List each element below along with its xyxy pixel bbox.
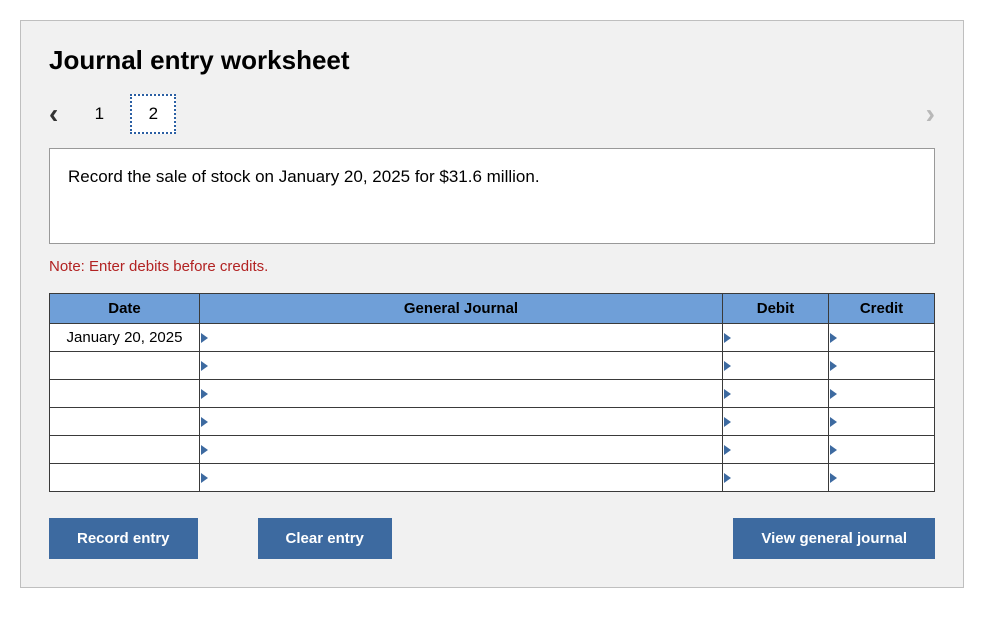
cell-debit[interactable] — [723, 464, 829, 492]
cell-debit[interactable] — [723, 352, 829, 380]
cell-debit[interactable] — [723, 380, 829, 408]
cell-date[interactable]: January 20, 2025 — [50, 324, 200, 352]
note-text: Note: Enter debits before credits. — [49, 258, 935, 275]
cell-date[interactable] — [50, 408, 200, 436]
chevron-left-icon[interactable]: ‹ — [49, 100, 58, 128]
cell-credit[interactable] — [829, 408, 935, 436]
clear-entry-button[interactable]: Clear entry — [258, 518, 392, 559]
cell-gj[interactable] — [200, 380, 723, 408]
journal-table: Date General Journal Debit Credit Januar… — [49, 293, 935, 492]
worksheet-container: Journal entry worksheet ‹ 1 2 › Record t… — [20, 20, 964, 588]
page-tab-1[interactable]: 1 — [76, 94, 122, 134]
instruction-text: Record the sale of stock on January 20, … — [68, 167, 540, 186]
cell-gj[interactable] — [200, 324, 723, 352]
cell-date[interactable] — [50, 352, 200, 380]
table-row — [50, 408, 935, 436]
col-header-credit: Credit — [829, 294, 935, 324]
table-row — [50, 464, 935, 492]
button-row: Record entry Clear entry View general jo… — [49, 518, 935, 559]
cell-credit[interactable] — [829, 380, 935, 408]
view-general-journal-button[interactable]: View general journal — [733, 518, 935, 559]
instruction-box: Record the sale of stock on January 20, … — [49, 148, 935, 244]
col-header-gj: General Journal — [200, 294, 723, 324]
cell-date[interactable] — [50, 436, 200, 464]
table-row — [50, 436, 935, 464]
chevron-right-icon[interactable]: › — [926, 100, 935, 128]
cell-credit[interactable] — [829, 436, 935, 464]
cell-credit[interactable] — [829, 324, 935, 352]
cell-credit[interactable] — [829, 352, 935, 380]
cell-gj[interactable] — [200, 352, 723, 380]
page-title: Journal entry worksheet — [49, 45, 935, 76]
cell-gj[interactable] — [200, 464, 723, 492]
pager: ‹ 1 2 › — [49, 94, 935, 134]
cell-gj[interactable] — [200, 436, 723, 464]
col-header-debit: Debit — [723, 294, 829, 324]
col-header-date: Date — [50, 294, 200, 324]
cell-date[interactable] — [50, 464, 200, 492]
table-row: January 20, 2025 — [50, 324, 935, 352]
cell-debit[interactable] — [723, 408, 829, 436]
cell-date[interactable] — [50, 380, 200, 408]
cell-gj[interactable] — [200, 408, 723, 436]
page-tab-2[interactable]: 2 — [130, 94, 176, 134]
record-entry-button[interactable]: Record entry — [49, 518, 198, 559]
table-row — [50, 380, 935, 408]
cell-credit[interactable] — [829, 464, 935, 492]
table-row — [50, 352, 935, 380]
cell-debit[interactable] — [723, 436, 829, 464]
cell-debit[interactable] — [723, 324, 829, 352]
